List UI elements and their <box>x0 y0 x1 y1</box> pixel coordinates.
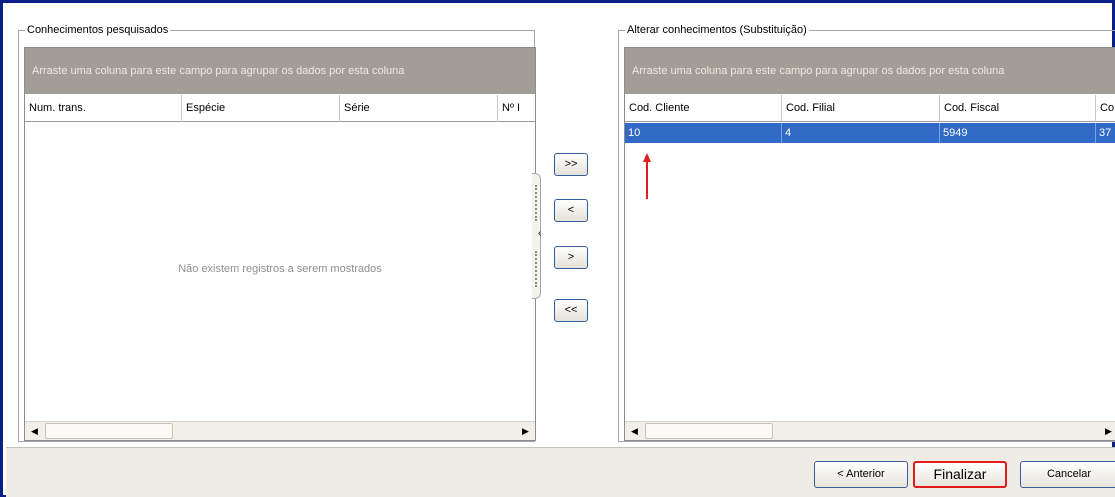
searched-records-grid[interactable]: Arraste uma coluna para este campo para … <box>24 47 536 441</box>
table-row[interactable]: 10 4 5949 37 <box>625 123 1115 143</box>
column-header-co[interactable]: Co <box>1096 95 1115 122</box>
scroll-thumb[interactable] <box>645 423 773 439</box>
horizontal-scrollbar[interactable]: ◀ ▶ <box>625 421 1115 440</box>
scroll-right-icon[interactable]: ▶ <box>1100 423 1115 439</box>
grid-header: Num. trans. Espécie Série Nº I <box>25 95 535 122</box>
grid-header: Cod. Cliente Cod. Filial Cod. Fiscal Co <box>625 95 1115 122</box>
move-all-left-button[interactable]: << <box>554 299 588 322</box>
column-header-especie[interactable]: Espécie <box>182 95 340 122</box>
move-all-right-button[interactable]: >> <box>554 153 588 176</box>
scroll-left-icon[interactable]: ◀ <box>26 423 43 439</box>
scroll-thumb[interactable] <box>45 423 173 439</box>
wizard-window: Conhecimentos pesquisados Arraste uma co… <box>0 0 1115 497</box>
collapse-left-icon[interactable]: ‹ <box>538 229 541 239</box>
column-header-num-trans[interactable]: Num. trans. <box>25 95 182 122</box>
panel-splitter[interactable]: ‹ <box>532 173 542 299</box>
column-header-cod-filial[interactable]: Cod. Filial <box>782 95 940 122</box>
cancel-button[interactable]: Cancelar <box>1020 461 1115 488</box>
cell-cod-filial: 4 <box>782 123 940 143</box>
move-right-button[interactable]: > <box>554 246 588 269</box>
column-header-numero[interactable]: Nº I <box>498 95 535 122</box>
replace-records-grid[interactable]: Arraste uma coluna para este campo para … <box>624 47 1115 441</box>
wizard-footer: < Anterior Finalizar Cancelar <box>6 447 1115 497</box>
group-by-panel[interactable]: Arraste uma coluna para este campo para … <box>625 48 1115 94</box>
replace-records-title: Alterar conhecimentos (Substituição) <box>625 23 809 37</box>
searched-records-title: Conhecimentos pesquisados <box>25 23 171 37</box>
empty-message: Não existem registros a serem mostrados <box>178 263 382 275</box>
cell-cod-cliente: 10 <box>625 123 782 143</box>
red-arrow-icon <box>643 153 651 199</box>
finish-button[interactable]: Finalizar <box>913 461 1007 488</box>
column-header-serie[interactable]: Série <box>340 95 498 122</box>
grip-dots-icon <box>535 251 537 287</box>
horizontal-scrollbar[interactable]: ◀ ▶ <box>25 421 535 440</box>
group-by-panel[interactable]: Arraste uma coluna para este campo para … <box>25 48 535 94</box>
cell-cod-fiscal: 5949 <box>940 123 1096 143</box>
grip-dots-icon <box>535 185 537 221</box>
previous-button[interactable]: < Anterior <box>814 461 908 488</box>
cell-co: 37 <box>1096 123 1115 143</box>
column-header-cod-cliente[interactable]: Cod. Cliente <box>625 95 782 122</box>
scroll-left-icon[interactable]: ◀ <box>626 423 643 439</box>
column-header-cod-fiscal[interactable]: Cod. Fiscal <box>940 95 1096 122</box>
move-left-button[interactable]: < <box>554 199 588 222</box>
scroll-right-icon[interactable]: ▶ <box>517 423 534 439</box>
